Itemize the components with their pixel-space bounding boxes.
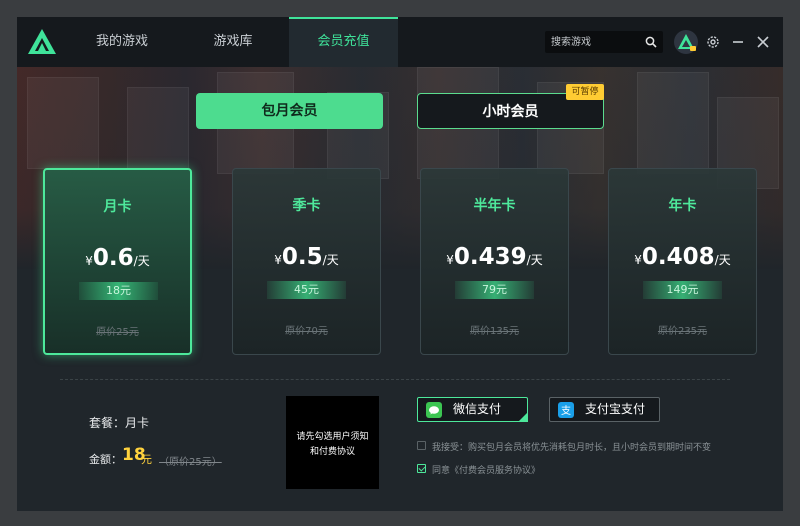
- package-summary: 套餐：月卡: [89, 416, 150, 430]
- plan-card-quarterly[interactable]: 季卡 ¥0.5/天 45元 原价70元: [232, 168, 381, 355]
- card-price-value: 0.6: [92, 245, 134, 271]
- tab-my-games[interactable]: 我的游戏: [77, 17, 167, 67]
- plan-card-half-year[interactable]: 半年卡 ¥0.439/天 79元 原价135元: [420, 168, 569, 355]
- card-original-price: 原价135元: [469, 326, 520, 337]
- amount-label: 金额：: [89, 453, 122, 466]
- minimize-icon[interactable]: [730, 34, 746, 50]
- search-input[interactable]: [551, 31, 637, 53]
- qr-hint-line1: 请先勾选用户须知: [296, 432, 369, 442]
- avatar[interactable]: [674, 30, 698, 54]
- wechat-pay-button[interactable]: 微信支付: [417, 397, 528, 422]
- card-title: 年卡: [668, 198, 697, 214]
- qr-hint-line2: 和付费协议: [309, 447, 355, 457]
- notice-checkbox[interactable]: [417, 441, 426, 450]
- amount-unit: 元: [141, 453, 152, 466]
- wechat-pay-icon: [426, 402, 442, 418]
- card-price-unit: /天: [526, 253, 543, 267]
- svg-text:支: 支: [561, 405, 571, 417]
- pausable-badge: 可暂停: [566, 84, 604, 100]
- card-currency: ¥: [634, 253, 642, 267]
- card-total: 149元: [643, 281, 722, 299]
- card-total: 79元: [455, 281, 534, 299]
- title-bar: 我的游戏 游戏库 会员充值: [17, 17, 783, 67]
- card-price: ¥0.439/天: [421, 244, 568, 270]
- tab-membership-recharge[interactable]: 会员充值: [289, 17, 398, 67]
- card-title: 月卡: [103, 199, 132, 215]
- card-price-value: 0.5: [281, 244, 323, 270]
- terms-checkbox[interactable]: [417, 464, 426, 473]
- notice-text: 我接受：购买包月会员将优先消耗包月时长，且小时会员到期时间不变: [432, 443, 712, 453]
- card-currency: ¥: [85, 254, 93, 268]
- app-window: 我的游戏 游戏库 会员充值 搜索游戏 包月会员 小时会员 可暂停 月卡 ¥0.6…: [17, 17, 783, 511]
- card-currency: ¥: [274, 253, 282, 267]
- divider: [60, 379, 730, 380]
- qr-hint: 请先勾选用户须知 和付费协议: [290, 430, 375, 460]
- search-box: [545, 31, 663, 53]
- alipay-button[interactable]: 支 支付宝支付: [549, 397, 660, 422]
- monthly-membership-button[interactable]: 包月会员: [196, 93, 383, 129]
- card-price: ¥0.408/天: [609, 244, 756, 270]
- tab-game-library[interactable]: 游戏库: [188, 17, 278, 67]
- card-original-price: 原价70元: [285, 326, 328, 337]
- card-price: ¥0.5/天: [233, 244, 380, 270]
- card-price: ¥0.6/天: [45, 245, 190, 271]
- card-price-unit: /天: [133, 254, 150, 268]
- gear-icon[interactable]: [705, 34, 721, 50]
- card-title: 季卡: [292, 198, 321, 214]
- avatar-logo-icon: [678, 34, 696, 51]
- terms-link[interactable]: 同意《付费会员服务协议》: [432, 463, 540, 476]
- card-price-unit: /天: [322, 253, 339, 267]
- amount-original-price: （原价25元）: [159, 457, 222, 468]
- wechat-pay-label: 微信支付: [453, 402, 502, 416]
- alipay-label: 支付宝支付: [585, 402, 646, 416]
- card-currency: ¥: [446, 253, 454, 267]
- close-icon[interactable]: [755, 34, 771, 50]
- app-logo-icon[interactable]: [27, 27, 57, 57]
- alipay-icon: 支: [558, 402, 574, 418]
- card-price-value: 0.439: [453, 244, 527, 270]
- card-price-value: 0.408: [641, 244, 715, 270]
- card-total: 45元: [267, 281, 346, 299]
- card-title: 半年卡: [473, 198, 516, 214]
- payment-qr-placeholder: 请先勾选用户须知 和付费协议: [286, 396, 379, 489]
- plan-card-yearly[interactable]: 年卡 ¥0.408/天 149元 原价235元: [608, 168, 757, 355]
- search-icon[interactable]: [645, 36, 657, 48]
- card-original-price: 原价235元: [657, 326, 708, 337]
- plan-card-monthly[interactable]: 月卡 ¥0.6/天 18元 原价25元: [43, 168, 192, 355]
- card-price-unit: /天: [714, 253, 731, 267]
- selected-corner-icon: [518, 412, 528, 422]
- card-total: 18元: [79, 282, 158, 300]
- card-original-price: 原价25元: [96, 327, 139, 338]
